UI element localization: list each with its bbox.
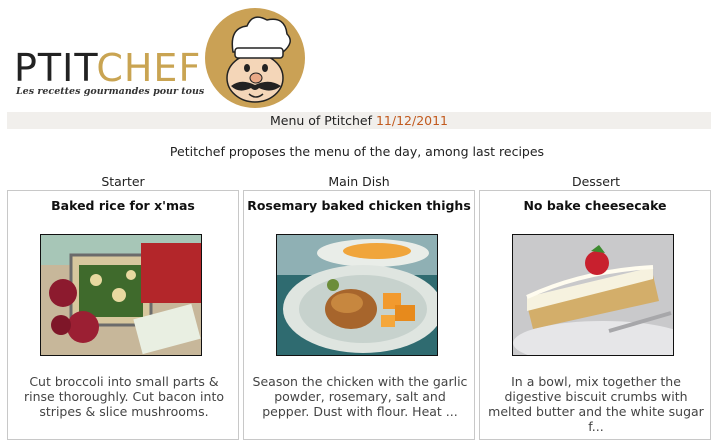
logo-text-chef: CHEF xyxy=(96,46,202,90)
cheesecake-image xyxy=(513,235,673,355)
chef-mascot-icon xyxy=(205,8,305,108)
recipe-photo[interactable] xyxy=(512,234,674,356)
chicken-thighs-image xyxy=(277,235,437,355)
site-logo[interactable]: PTITCHEF Les recettes gourmandes pour to… xyxy=(0,0,714,108)
recipe-title-link[interactable]: Rosemary baked chicken thighs xyxy=(244,198,474,213)
recipe-card-main-dish[interactable]: Rosemary baked chicken thighs Season the… xyxy=(243,190,475,440)
logo-text-ptit: PTIT xyxy=(14,46,97,90)
recipe-description: In a bowl, mix together the digestive bi… xyxy=(488,374,704,434)
category-label-starter: Starter xyxy=(101,174,145,189)
recipe-description: Cut broccoli into small parts & rinse th… xyxy=(24,374,224,419)
category-label-dessert: Dessert xyxy=(571,174,621,189)
logo-wordmark: PTITCHEF xyxy=(14,48,201,88)
recipe-title-link[interactable]: No bake cheesecake xyxy=(480,198,710,213)
menu-date: 11/12/2011 xyxy=(375,113,449,128)
recipe-card-dessert[interactable]: No bake cheesecake In a bowl, mix togeth… xyxy=(479,190,711,440)
recipe-card-starter[interactable]: Baked rice for x'mas Cut broccoli into s… xyxy=(7,190,239,440)
recipe-description: Season the chicken with the garlic powde… xyxy=(252,374,468,419)
menu-intro-text: Petitchef proposes the menu of the day, … xyxy=(169,144,545,159)
menu-heading-bar: Menu of Ptitchef 11/12/2011 xyxy=(7,112,711,129)
baked-rice-image xyxy=(41,235,201,355)
category-label-main-dish: Main Dish xyxy=(328,174,390,189)
logo-tagline: Les recettes gourmandes pour tous xyxy=(16,86,205,97)
recipe-title-link[interactable]: Baked rice for x'mas xyxy=(8,198,238,213)
recipe-photo[interactable] xyxy=(276,234,438,356)
menu-heading-label: Menu of Ptitchef xyxy=(269,113,372,128)
recipe-photo[interactable] xyxy=(40,234,202,356)
